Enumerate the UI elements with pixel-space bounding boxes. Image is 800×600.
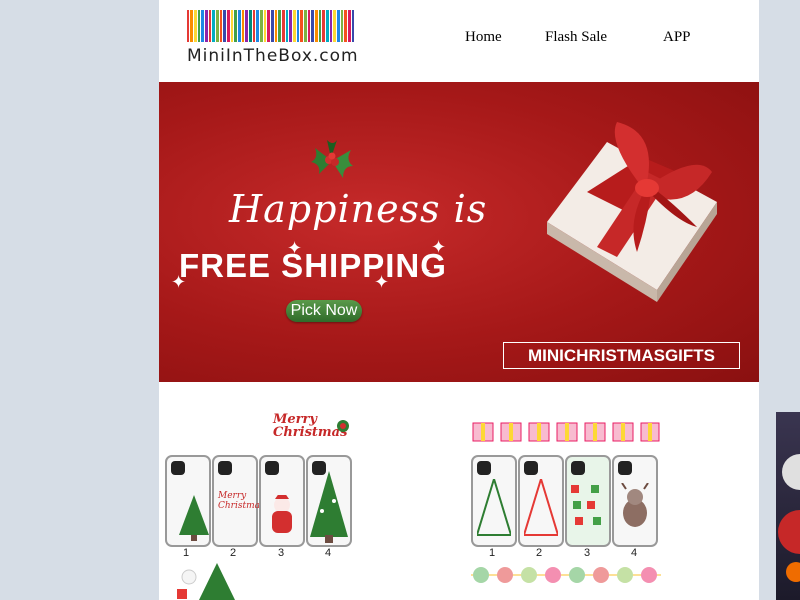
- phone-case: [518, 455, 564, 547]
- product-label: 4: [325, 547, 332, 559]
- phone-case: [612, 455, 658, 547]
- ornament-row-icon: [471, 567, 661, 583]
- promo-code-badge: MINICHRISTMASGIFTS: [503, 342, 740, 369]
- pick-now-button[interactable]: Pick Now: [286, 300, 362, 322]
- phone-case: [471, 455, 517, 547]
- product-label: 3: [278, 547, 285, 559]
- phone-case: [565, 455, 611, 547]
- phone-case: [165, 455, 211, 547]
- top-nav: Home Flash Sale APP: [159, 29, 759, 49]
- christmas-banner[interactable]: Happiness is FREE SHIPPING ✦ ✦ ✦ ✦ ✦ Pic…: [159, 82, 759, 382]
- partial-product-image[interactable]: [776, 412, 800, 600]
- sparkle-icon: ✦: [287, 238, 303, 258]
- holly-icon: [337, 420, 349, 432]
- nav-home[interactable]: Home: [465, 29, 502, 46]
- product-label: 3: [584, 547, 591, 559]
- sparkle-icon: ✦: [421, 264, 432, 278]
- sparkle-icon: ✦: [431, 237, 447, 257]
- sparkle-icon: ✦: [374, 272, 390, 292]
- product-card-christmas-cases-2[interactable]: 1 2 3 4: [471, 407, 661, 600]
- holly-icon: [311, 140, 353, 178]
- sparkle-icon: ✦: [171, 272, 187, 292]
- phone-case: [306, 455, 352, 547]
- logo-text: MiniInTheBox.com: [187, 46, 359, 66]
- phone-case: [259, 455, 305, 547]
- header: MiniInTheBox.com Home Flash Sale APP: [159, 0, 759, 82]
- product-label: 1: [183, 547, 190, 559]
- phone-case: Merry Christmas: [212, 455, 265, 547]
- gift-row-icon: [472, 422, 660, 442]
- christmas-tree-icon: [177, 563, 235, 600]
- banner-subheadline: FREE SHIPPING: [179, 247, 447, 284]
- product-label: 2: [536, 547, 543, 559]
- product-label: 2: [230, 547, 237, 559]
- gift-box-icon: [547, 122, 717, 302]
- product-label: 4: [631, 547, 638, 559]
- product-card-christmas-cases[interactable]: Merry Christmas Merry Christmas 1 2 3 4: [165, 407, 360, 600]
- nav-flash-sale[interactable]: Flash Sale: [545, 29, 607, 46]
- email-page: MiniInTheBox.com Home Flash Sale APP Hap…: [159, 0, 759, 600]
- banner-headline: Happiness is: [229, 187, 488, 231]
- product-label: 1: [489, 547, 496, 559]
- nav-app[interactable]: APP: [663, 29, 691, 46]
- product-grid: Merry Christmas MerryChristmas 1 2 3 4: [159, 382, 759, 600]
